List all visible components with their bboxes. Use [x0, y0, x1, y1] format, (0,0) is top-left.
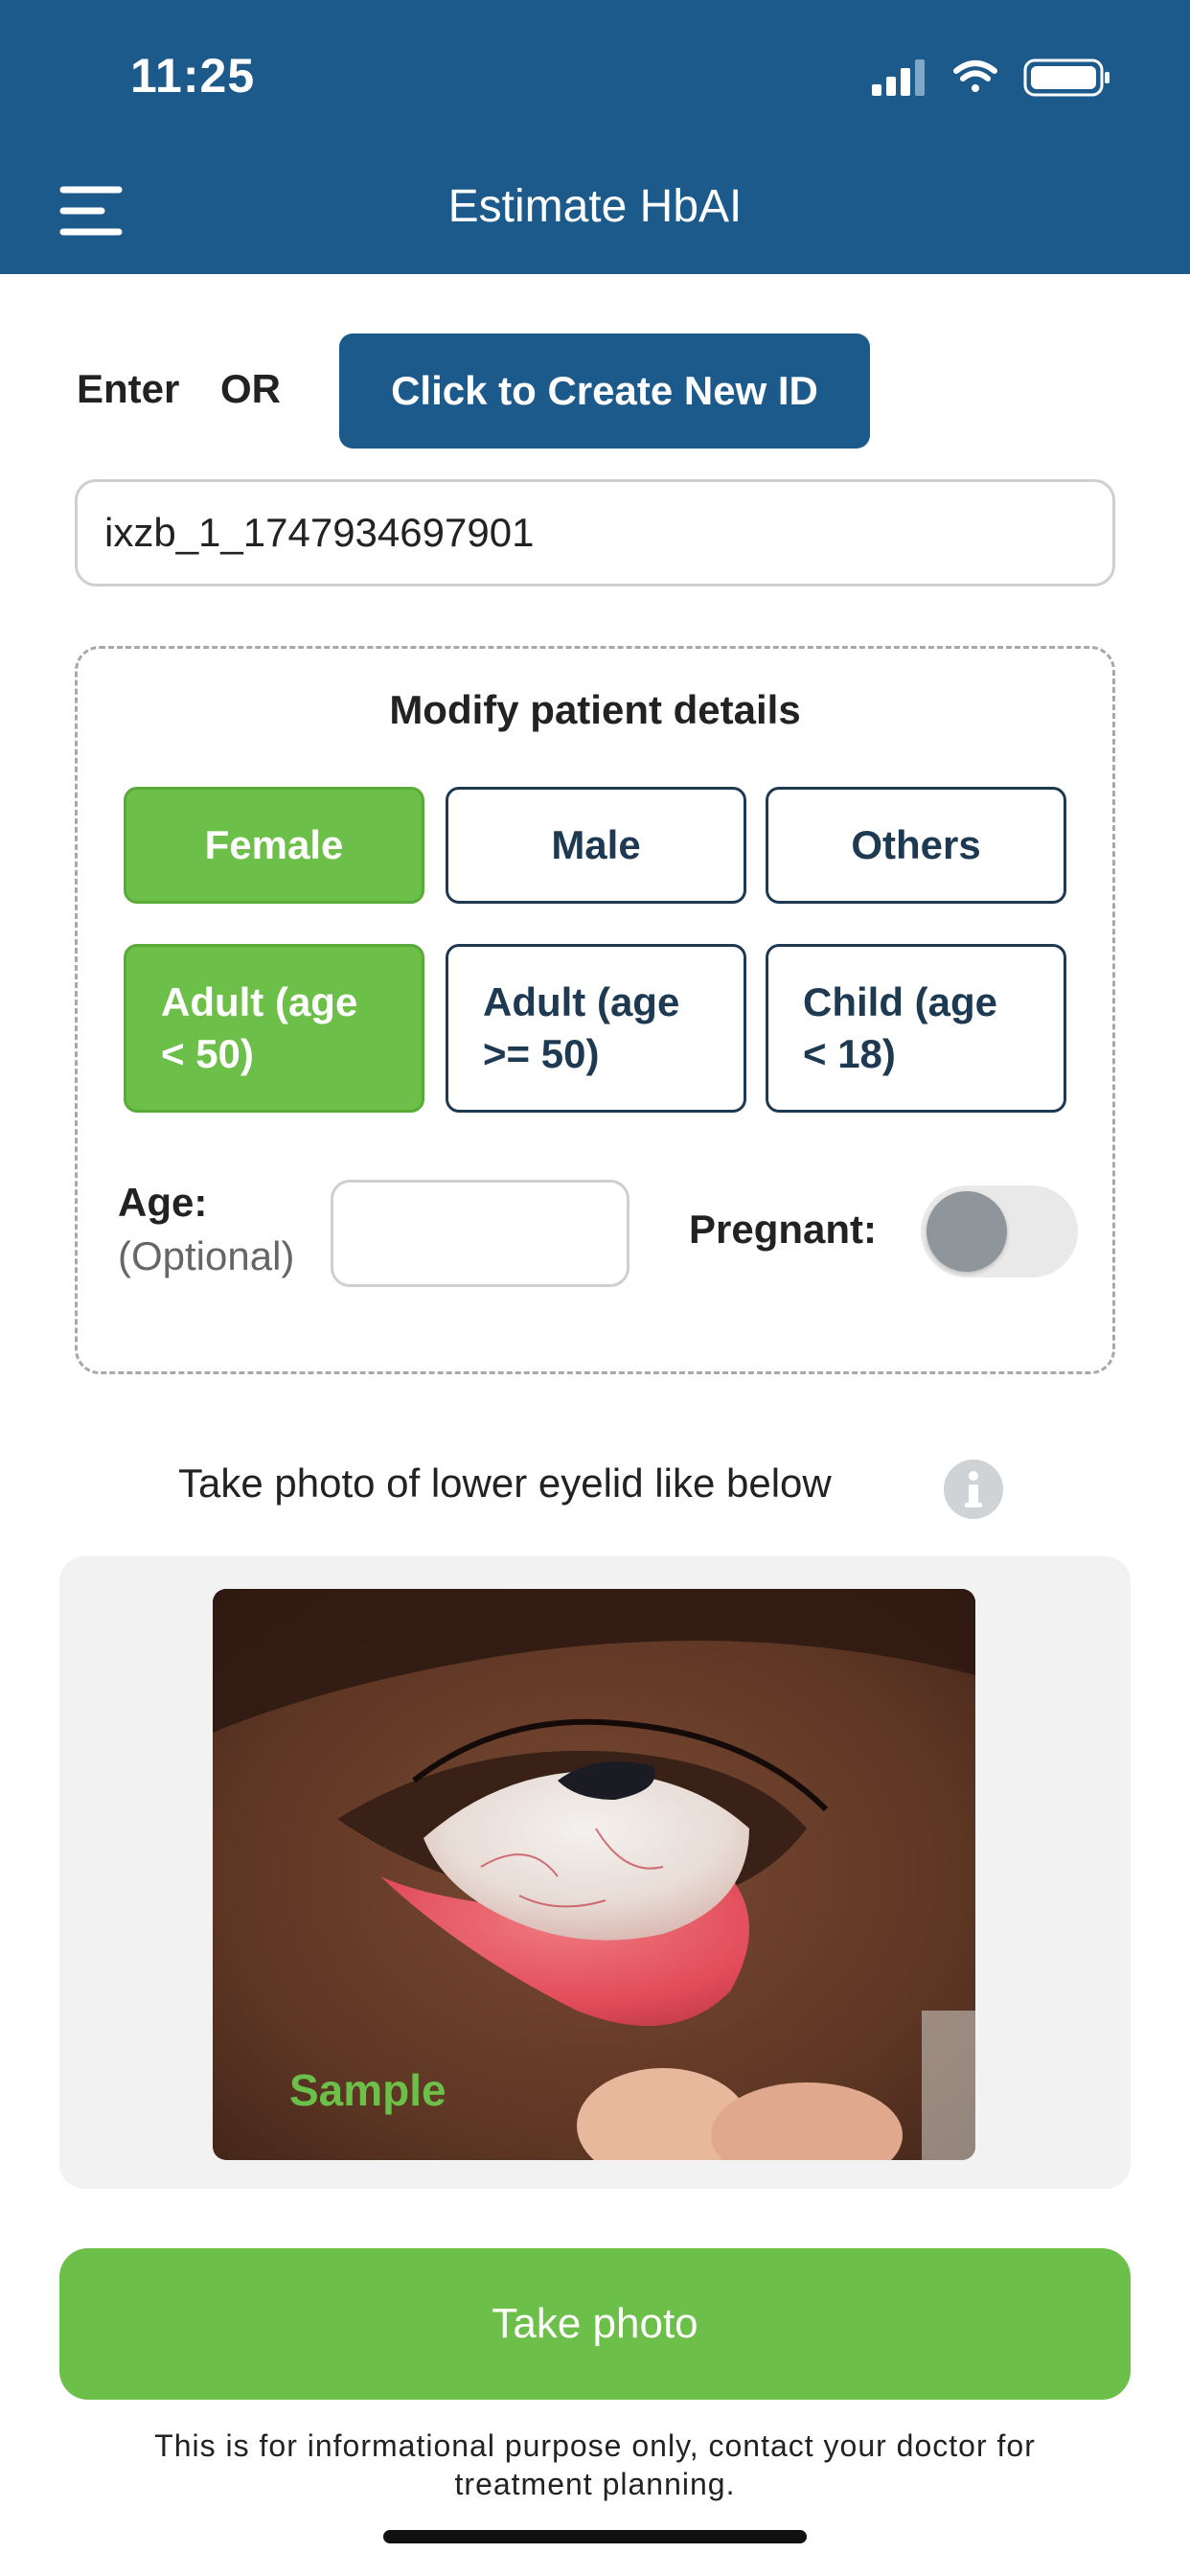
age-input[interactable] — [331, 1180, 629, 1287]
enter-label: Enter — [77, 366, 180, 411]
age-group-line1: Child (age — [803, 979, 998, 1024]
patient-details-panel: Modify patient details Female Male Other… — [75, 646, 1115, 1374]
or-label: OR — [220, 366, 281, 411]
create-new-id-button[interactable]: Click to Create New ID — [339, 334, 870, 448]
age-label: Age: — [118, 1180, 208, 1225]
pregnant-toggle[interactable] — [921, 1185, 1078, 1277]
id-entry-row: Enter OR Click to Create New ID — [77, 334, 1131, 448]
sample-label: Sample — [289, 2065, 446, 2115]
wifi-icon — [953, 60, 997, 92]
app-header: 11:25 Estimate HbAI — [0, 0, 1190, 274]
age-group-label: Child (age < 18) — [803, 977, 997, 1080]
age-group-adult-under-50[interactable]: Adult (age < 50) — [124, 944, 424, 1113]
take-photo-button[interactable]: Take photo — [59, 2248, 1131, 2400]
gender-option-female[interactable]: Female — [124, 787, 424, 904]
disclaimer-line2: treatment planning. — [454, 2467, 736, 2501]
age-group-label: Adult (age < 50) — [161, 977, 357, 1080]
age-group-line2: >= 50) — [483, 1031, 600, 1076]
age-group-label: Adult (age >= 50) — [483, 977, 679, 1080]
age-group-line2: < 50) — [161, 1031, 254, 1076]
gender-option-male[interactable]: Male — [446, 787, 746, 904]
status-time: 11:25 — [130, 49, 256, 103]
age-group-line1: Adult (age — [483, 979, 680, 1024]
age-group-line2: < 18) — [803, 1031, 896, 1076]
info-icon[interactable] — [944, 1460, 1003, 1519]
status-icons — [872, 58, 1110, 97]
disclaimer-line1: This is for informational purpose only, … — [154, 2428, 1036, 2463]
sample-photo-panel — [59, 1556, 1131, 2189]
page-title: Estimate HbAI — [447, 181, 743, 232]
age-group-line1: Adult (age — [161, 979, 358, 1024]
patient-details-title: Modify patient details — [389, 687, 801, 732]
gender-option-others[interactable]: Others — [766, 787, 1066, 904]
pregnant-label: Pregnant: — [689, 1207, 878, 1252]
photo-hint-text: Take photo of lower eyelid like below — [178, 1460, 832, 1506]
signal-icon — [872, 59, 925, 96]
age-group-adult-50-plus[interactable]: Adult (age >= 50) — [446, 944, 746, 1113]
age-group-child-under-18[interactable]: Child (age < 18) — [766, 944, 1066, 1113]
patient-id-input[interactable]: ixzb_1_1747934697901 — [75, 479, 1115, 586]
disclaimer-text: This is for informational purpose only, … — [96, 2426, 1094, 2503]
home-indicator[interactable] — [383, 2530, 807, 2543]
age-optional-label: (Optional) — [118, 1233, 295, 1278]
battery-icon — [1023, 58, 1110, 97]
toggle-knob — [927, 1191, 1007, 1272]
